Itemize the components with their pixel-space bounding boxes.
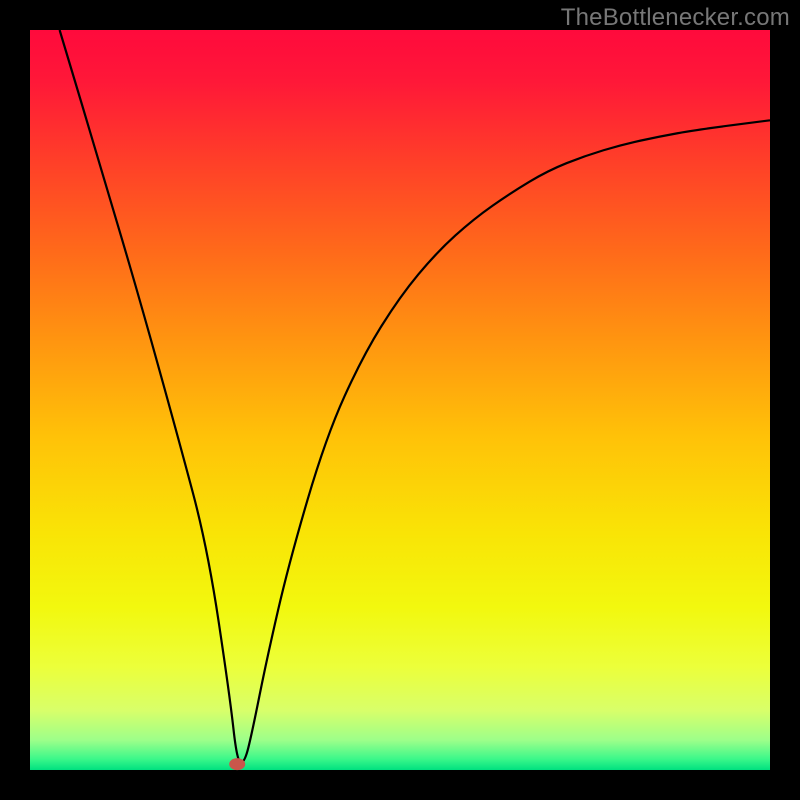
bottleneck-chart [0, 0, 800, 800]
chart-frame: TheBottlenecker.com [0, 0, 800, 800]
watermark-text: TheBottlenecker.com [561, 4, 790, 32]
plot-background [30, 30, 770, 770]
optimum-marker [229, 758, 245, 770]
